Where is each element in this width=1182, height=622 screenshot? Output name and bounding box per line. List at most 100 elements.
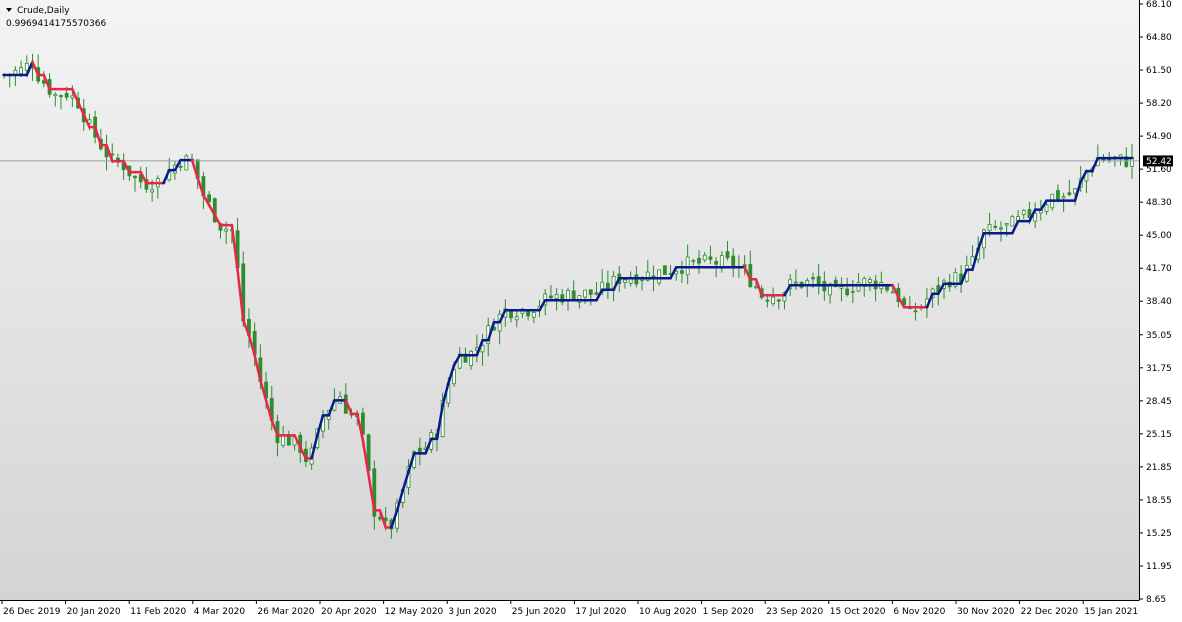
y-tick-label: 48.30 <box>1146 198 1172 208</box>
candle-body <box>657 269 662 284</box>
candle-body <box>850 290 855 293</box>
candle-body <box>509 310 513 319</box>
x-tick-label: 1 Sep 2020 <box>703 607 755 617</box>
candle-body <box>281 434 286 446</box>
candle-body <box>178 165 183 168</box>
y-tick-label: 18.55 <box>1146 496 1172 506</box>
candle-body <box>549 295 553 299</box>
candle-body <box>566 290 570 301</box>
y-tick-label: 21.85 <box>1146 463 1172 473</box>
candle-body <box>913 310 918 313</box>
candle-body <box>1010 216 1015 227</box>
candle-body <box>184 155 189 171</box>
y-tick-label: 61.50 <box>1146 66 1172 76</box>
candle-body <box>680 270 684 274</box>
x-tick-label: 20 Jan 2020 <box>67 607 121 617</box>
chart-window: 68.10 64.80 61.50 58.20 54.90 51.60 48.30 45.00… <box>0 0 1182 622</box>
y-tick-label: 41.70 <box>1146 264 1172 274</box>
candle-body <box>731 255 736 267</box>
candle-body <box>1044 204 1049 212</box>
y-tick-label: 31.75 <box>1146 364 1172 374</box>
candle-body <box>526 311 531 317</box>
x-tick-label: 26 Dec 2019 <box>3 607 61 617</box>
x-tick-label: 4 Mar 2020 <box>194 607 246 617</box>
candle-body <box>583 289 587 298</box>
y-tick-label: 35.05 <box>1146 331 1172 341</box>
candle-body <box>662 265 667 275</box>
candle-body <box>150 189 155 193</box>
candle-body <box>765 299 770 302</box>
y-tick-label: 8.65 <box>1146 595 1166 605</box>
y-tick-label: 38.40 <box>1146 297 1172 307</box>
x-tick-label: 10 Aug 2020 <box>639 607 697 617</box>
x-tick-label: 22 Dec 2020 <box>1021 607 1079 617</box>
candle-body <box>697 257 701 264</box>
candle-body <box>754 286 758 289</box>
candle-body <box>588 289 593 295</box>
last-price-marker: 52.42 <box>1143 155 1173 167</box>
candle-body <box>469 350 474 366</box>
candle-body <box>685 256 690 276</box>
candle-body <box>53 93 58 97</box>
candle-body <box>605 282 610 290</box>
y-tick-label: 28.45 <box>1146 397 1172 407</box>
y-tick-label: 25.15 <box>1146 430 1172 440</box>
x-tick-label: 11 Feb 2020 <box>130 607 186 617</box>
x-tick-label: 15 Jan 2021 <box>1084 607 1138 617</box>
candle-body <box>24 62 29 71</box>
y-tick-label: 68.10 <box>1146 0 1172 10</box>
candle-body <box>708 256 713 260</box>
x-tick-label: 12 May 2020 <box>385 607 444 617</box>
candle-body <box>640 278 644 281</box>
candle-body <box>1016 216 1020 221</box>
candle-body <box>993 225 998 228</box>
candle-body <box>378 517 382 520</box>
candle-body <box>771 296 775 305</box>
y-tick-label: 11.95 <box>1146 562 1172 572</box>
candle-body <box>793 281 798 284</box>
y-tick-label: 64.80 <box>1146 33 1172 43</box>
candle-body <box>816 276 821 285</box>
candle-body <box>1073 188 1077 194</box>
x-tick-label: 15 Oct 2020 <box>830 607 886 617</box>
candle-body <box>1004 223 1009 226</box>
candle-body <box>987 223 992 232</box>
candle-body <box>1021 210 1026 215</box>
candle-body <box>1107 158 1112 161</box>
candle-body <box>890 291 895 294</box>
last-price-label: 52.42 <box>1146 157 1172 167</box>
candle-body <box>64 92 69 98</box>
candle-body <box>224 228 229 232</box>
candle-body <box>594 292 599 295</box>
y-tick-label: 45.00 <box>1146 231 1172 241</box>
candle-body <box>868 279 872 283</box>
candle-body <box>1067 192 1072 195</box>
candle-body <box>1056 190 1060 201</box>
x-tick-label: 17 Jul 2020 <box>575 607 626 617</box>
candle-body <box>811 277 815 280</box>
x-tick-label: 23 Sep 2020 <box>766 607 823 617</box>
x-tick-label: 3 Jun 2020 <box>448 607 497 617</box>
candle-body <box>207 194 211 203</box>
candle-body <box>417 447 422 453</box>
candle-body <box>1118 154 1123 158</box>
candle-body <box>133 175 137 179</box>
candle-body <box>41 80 46 84</box>
candle-body <box>856 282 861 292</box>
candle-body <box>714 261 719 265</box>
candle-body <box>1061 196 1066 199</box>
candle-body <box>19 67 23 75</box>
candle-body <box>623 279 627 283</box>
candle-body <box>845 288 850 296</box>
indicator-value: 0.9969414175570366 <box>6 19 106 29</box>
chart-title: Crude,Daily <box>17 6 70 16</box>
candle-body <box>691 260 696 262</box>
candle-body <box>999 227 1003 230</box>
candle-body <box>514 316 519 321</box>
y-tick-label: 15.25 <box>1146 529 1172 539</box>
candle-body <box>70 95 75 99</box>
x-tick-label: 20 Apr 2020 <box>321 607 377 617</box>
x-tick-label: 30 Nov 2020 <box>957 607 1015 617</box>
y-tick-label: 54.90 <box>1146 132 1172 142</box>
candle-body <box>725 251 730 259</box>
